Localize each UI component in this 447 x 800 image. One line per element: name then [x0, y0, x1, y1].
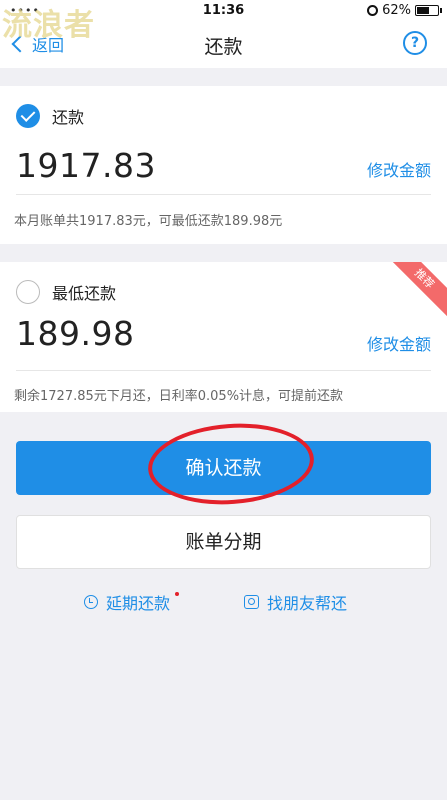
- friend-icon: [244, 595, 259, 609]
- minimum-amount: 189.98: [16, 314, 135, 353]
- battery-icon: [415, 5, 442, 16]
- option-label: 最低还款: [52, 284, 117, 303]
- watermark: 流浪者: [2, 8, 95, 43]
- option-label: 还款: [52, 108, 85, 127]
- divider: [16, 370, 431, 371]
- defer-repay-link[interactable]: 延期还款: [84, 590, 180, 614]
- bill-note: 本月账单共1917.83元，可最低还款189.98元: [14, 214, 283, 229]
- confirm-repay-button[interactable]: 确认还款: [16, 441, 431, 495]
- option-row[interactable]: 最低还款: [16, 280, 116, 304]
- help-icon[interactable]: ?: [403, 31, 427, 55]
- repay-minimum-option[interactable]: 推荐 最低还款 189.98 修改金额 剩余1727.85元下月还，日利率0.0…: [0, 262, 447, 412]
- divider: [16, 194, 431, 195]
- edit-amount-link[interactable]: 修改金额: [367, 331, 431, 355]
- minimum-note: 剩余1727.85元下月还，日利率0.05%计息，可提前还款: [14, 389, 344, 404]
- battery-fill: [417, 7, 429, 14]
- option-row[interactable]: 还款: [16, 104, 84, 128]
- status-right: 62%: [367, 3, 442, 18]
- checkmark-icon[interactable]: [16, 104, 40, 128]
- repay-full-option[interactable]: 还款 1917.83 修改金额 本月账单共1917.83元，可最低还款189.9…: [0, 86, 447, 244]
- recommend-badge: 推荐: [385, 262, 447, 318]
- radio-unchecked-icon[interactable]: [16, 280, 40, 304]
- defer-label-wrap: 延期还款: [106, 590, 180, 614]
- clock-icon: [84, 595, 98, 609]
- friend-help-link[interactable]: 找朋友帮还: [244, 590, 347, 614]
- battery-percent: 62%: [382, 3, 411, 18]
- notification-dot: [175, 592, 180, 596]
- edit-amount-link[interactable]: 修改金额: [367, 157, 431, 181]
- defer-label: 延期还款: [106, 594, 171, 613]
- friend-help-label: 找朋友帮还: [267, 594, 348, 613]
- installment-button[interactable]: 账单分期: [16, 515, 431, 569]
- repay-amount: 1917.83: [16, 146, 156, 185]
- alarm-icon: [367, 5, 379, 16]
